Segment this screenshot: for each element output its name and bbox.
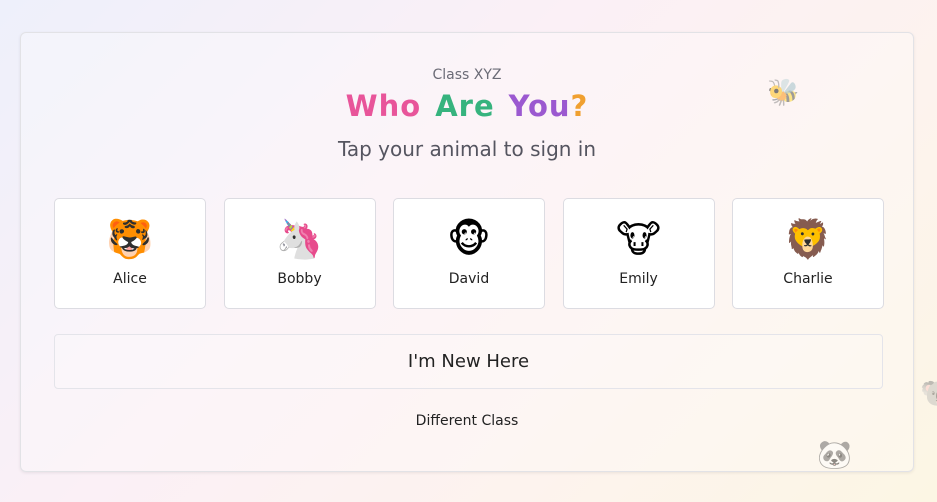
animal-name: Alice — [113, 271, 147, 287]
unicorn-face-icon: 🦄 — [275, 217, 324, 261]
koala-icon: 🐨 — [920, 376, 937, 411]
sign-in-card: Class XYZ Who Are You? Tap your animal to … — [20, 32, 914, 472]
animal-tile-david[interactable]: 🐵 David — [393, 198, 545, 309]
cow-face-icon: 🐮 — [616, 217, 661, 261]
title-question-mark: ? — [570, 89, 589, 123]
animal-name: Bobby — [277, 271, 322, 287]
monkey-face-icon: 🐵 — [447, 217, 491, 261]
page-title: Who Are You? — [21, 89, 913, 123]
tagline: Tap your animal to sign in — [337, 137, 597, 161]
different-class-link[interactable]: Different Class — [21, 413, 913, 429]
animal-name: Emily — [619, 271, 658, 287]
tiger-face-icon: 🐯 — [106, 217, 154, 261]
title-word-are: Are — [435, 89, 495, 123]
animal-tile-bobby[interactable]: 🦄 Bobby — [223, 198, 376, 309]
class-label: Class XYZ — [432, 67, 502, 83]
new-here-button[interactable]: I'm New Here — [54, 334, 883, 389]
title-word-you: You? — [508, 89, 589, 123]
animal-grid: 🐯 Alice 🦄 Bobby 🐵 David 🐮 Emily 🦁 Charli… — [54, 198, 884, 310]
title-word-who: Who — [345, 89, 422, 123]
animal-tile-charlie[interactable]: 🦁 Charlie — [732, 198, 884, 309]
lion-face-icon: 🦁 — [784, 217, 832, 261]
animal-name: Charlie — [783, 271, 833, 287]
animal-tile-emily[interactable]: 🐮 Emily — [562, 198, 715, 309]
animal-name: David — [448, 271, 490, 287]
animal-tile-alice[interactable]: 🐯 Alice — [54, 198, 206, 309]
